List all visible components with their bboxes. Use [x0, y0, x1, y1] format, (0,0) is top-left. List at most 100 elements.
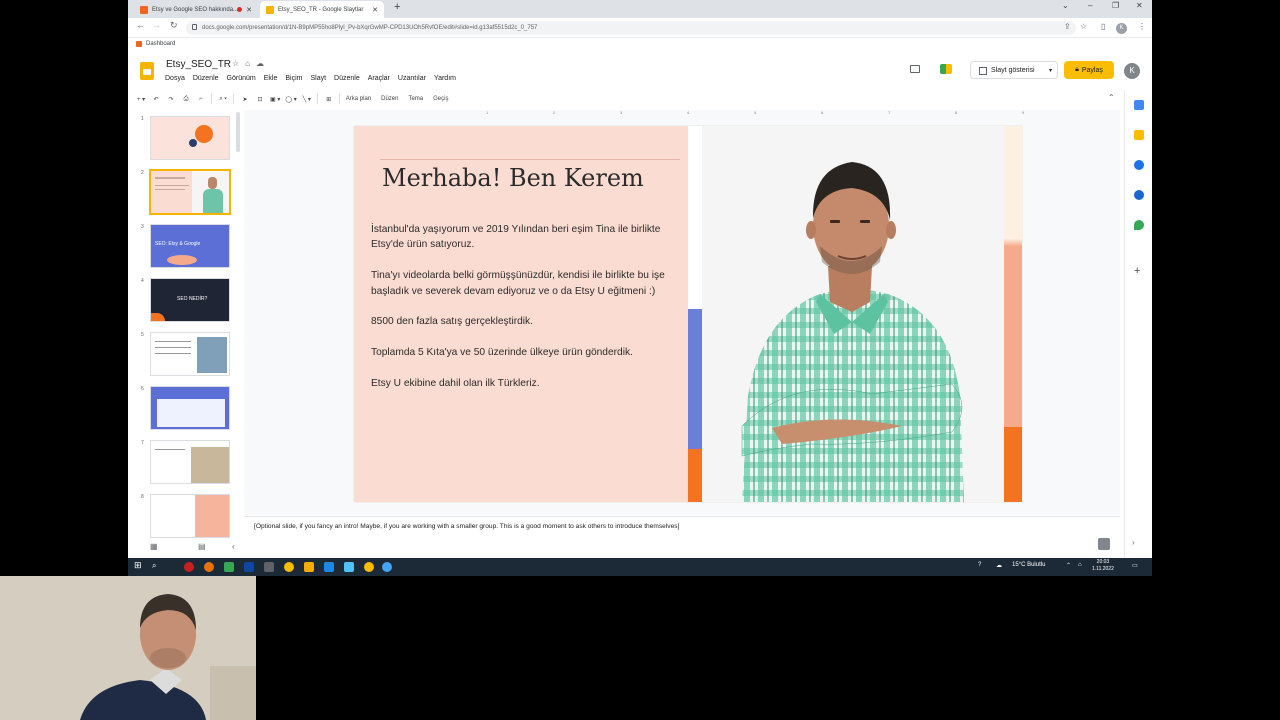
slides-logo-icon[interactable]	[140, 62, 154, 80]
image-icon[interactable]: ▣ ▾	[270, 96, 280, 103]
move-folder-icon[interactable]: ⌂	[245, 59, 250, 68]
chevron-down-icon[interactable]: ▾	[1049, 67, 1052, 74]
undo-icon[interactable]: ↶	[151, 96, 161, 103]
new-slide-icon[interactable]: + ▾	[136, 96, 146, 103]
transition-button[interactable]: Geçiş	[433, 96, 448, 102]
text-box-icon[interactable]: ⊡	[255, 96, 265, 103]
current-slide[interactable]: Merhaba! Ben Kerem İstanbul'da yaşıyorum…	[354, 126, 1022, 502]
menu-help[interactable]: Yardım	[434, 75, 456, 82]
star-icon[interactable]: ☆	[1080, 22, 1087, 31]
document-title[interactable]: Etsy_SEO_TR	[166, 59, 231, 70]
app-icon-grey[interactable]	[264, 562, 274, 572]
comments-icon[interactable]	[910, 65, 920, 73]
menu-format[interactable]: Biçim	[285, 75, 302, 82]
shape-icon[interactable]: ◯ ▾	[285, 96, 296, 103]
menu-arrange[interactable]: Düzenle	[334, 75, 360, 82]
forward-arrow-icon[interactable]: →	[152, 20, 161, 30]
browser-tab-etsy-seo[interactable]: Etsy ve Google SEO hakkında... ✕	[134, 1, 258, 18]
slide-thumbnail-7[interactable]	[150, 440, 230, 484]
restore-icon[interactable]: ❐	[1112, 1, 1119, 10]
chevron-left-icon[interactable]: ‹	[232, 542, 235, 551]
menu-file[interactable]: Dosya	[165, 75, 185, 82]
speaker-notes-text[interactable]: [Optional slide, if you fancy an intro! …	[254, 523, 679, 530]
menu-view[interactable]: Görünüm	[227, 75, 256, 82]
menu-tools[interactable]: Araçlar	[368, 75, 390, 82]
tray-chevron-icon[interactable]: ⌃	[1066, 562, 1071, 569]
keep-icon[interactable]	[1134, 130, 1144, 140]
redo-icon[interactable]: ↷	[166, 96, 176, 103]
background-button[interactable]: Arka plan	[346, 96, 371, 102]
close-tab-icon[interactable]: ✕	[372, 6, 378, 14]
slide-thumbnail-5[interactable]	[150, 332, 230, 376]
bookmark-dashboard[interactable]: Dashboard	[136, 41, 175, 47]
firefox-icon[interactable]	[204, 562, 214, 572]
slide-title[interactable]: Merhaba! Ben Kerem	[382, 164, 644, 192]
calendar-icon[interactable]	[1134, 100, 1144, 110]
slide-thumbnail-3[interactable]: SEO: Etsy & Google	[150, 224, 230, 268]
line-icon[interactable]: ╲ ▾	[302, 96, 312, 103]
notifications-icon[interactable]: ▭	[1132, 562, 1138, 569]
zoom-icon[interactable]: ⌕ ▾	[218, 96, 228, 103]
network-icon[interactable]: ⌂	[1078, 562, 1082, 568]
explore-icon[interactable]	[1098, 538, 1110, 550]
slide-body[interactable]: İstanbul'da yaşıyorum ve 2019 Yılından b…	[371, 222, 683, 407]
address-bar[interactable]: docs.google.com/presentation/d/1N-B9pMP5…	[186, 21, 1076, 35]
add-addon-icon[interactable]: +	[1134, 265, 1140, 277]
chevron-down-icon[interactable]: ⌄	[1062, 1, 1069, 10]
browser-tab-slides[interactable]: Etsy_SEO_TR - Google Slaytlar ✕	[260, 1, 384, 18]
new-tab-plus-icon[interactable]: +	[394, 1, 400, 13]
account-avatar[interactable]: K	[1124, 63, 1140, 79]
close-tab-icon[interactable]: ✕	[246, 6, 252, 14]
layout-button[interactable]: Düzen	[381, 96, 398, 102]
slide-thumbnail-2[interactable]	[149, 169, 231, 215]
slideshow-button[interactable]: Slayt gösterisi ▾	[970, 61, 1058, 79]
maps-icon[interactable]	[1134, 220, 1144, 230]
app-icon-round[interactable]	[382, 562, 392, 572]
slide-thumbnail-1[interactable]	[150, 116, 230, 160]
contacts-icon[interactable]	[1134, 190, 1144, 200]
slide-thumbnail-6[interactable]	[150, 386, 230, 430]
chevron-up-icon[interactable]: ⌃	[1108, 93, 1115, 102]
app-icon-blue[interactable]	[324, 562, 334, 572]
print-icon[interactable]: ⎙	[181, 96, 191, 103]
theme-button[interactable]: Tema	[408, 96, 423, 102]
sidebar-icon[interactable]: ▯	[1101, 22, 1105, 31]
tasks-icon[interactable]	[1134, 160, 1144, 170]
photoshop-icon[interactable]	[244, 562, 254, 572]
filmstrip-view-icon[interactable]: ▦	[150, 542, 158, 551]
menu-slide[interactable]: Slayt	[310, 75, 326, 82]
back-arrow-icon[interactable]: ←	[136, 20, 145, 30]
menu-insert[interactable]: Ekle	[264, 75, 278, 82]
chrome-icon[interactable]	[364, 562, 374, 572]
add-comment-icon[interactable]: ⊞	[324, 96, 334, 103]
kebab-menu-icon[interactable]: ⋮	[1138, 22, 1146, 31]
slide-thumbnail-8[interactable]	[150, 494, 230, 538]
reload-icon[interactable]: ↻	[170, 20, 178, 31]
share-page-icon[interactable]: ⇪	[1064, 22, 1071, 31]
app-icon-green[interactable]	[224, 562, 234, 572]
slide-thumbnail-4[interactable]: SEO NEDİR?	[150, 278, 230, 322]
app-icon-lightblue[interactable]	[344, 562, 354, 572]
portrait-photo[interactable]	[702, 126, 1004, 502]
share-button[interactable]: 🔒︎ Paylaş	[1064, 61, 1114, 79]
chrome-icon[interactable]	[284, 562, 294, 572]
taskbar-clock[interactable]: 20:03 1.11.2022	[1092, 559, 1114, 573]
chevron-right-icon[interactable]: ›	[1132, 538, 1135, 547]
search-icon[interactable]: ⌕	[152, 561, 162, 571]
grid-view-icon[interactable]: ▤	[198, 542, 206, 551]
star-icon[interactable]: ☆	[232, 59, 239, 68]
close-window-icon[interactable]: ✕	[1136, 1, 1143, 10]
paint-format-icon[interactable]: ⌐	[196, 96, 206, 102]
profile-avatar[interactable]: K	[1116, 23, 1127, 34]
minimize-icon[interactable]: –	[1088, 1, 1092, 10]
select-cursor-icon[interactable]: ➤	[240, 96, 250, 103]
help-icon[interactable]: ?	[978, 562, 981, 568]
app-icon-red[interactable]	[184, 562, 194, 572]
weather-text[interactable]: 15°C Bulutlu	[1012, 562, 1045, 568]
windows-start-icon[interactable]: ⊞	[134, 560, 144, 570]
menu-edit[interactable]: Düzenle	[193, 75, 219, 82]
file-explorer-icon[interactable]	[304, 562, 314, 572]
filmstrip-scrollbar[interactable]	[236, 112, 240, 152]
speaker-notes[interactable]: [Optional slide, if you fancy an intro! …	[244, 516, 1120, 558]
meet-icon[interactable]	[940, 64, 952, 74]
